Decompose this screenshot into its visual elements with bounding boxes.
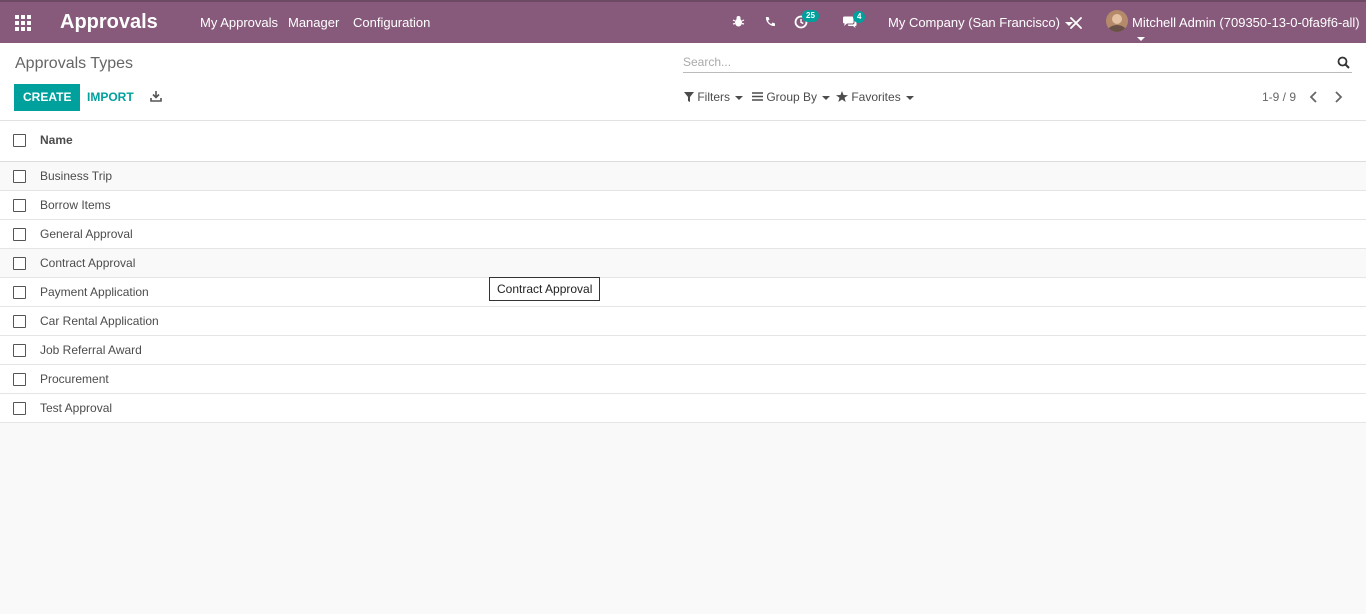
groupby-dropdown[interactable]: Group By: [752, 90, 831, 104]
download-icon[interactable]: [150, 90, 162, 105]
row-name: Payment Application: [40, 285, 149, 299]
page-title: Approvals Types: [15, 55, 133, 72]
menu-manager[interactable]: Manager: [288, 15, 339, 30]
import-button[interactable]: IMPORT: [87, 90, 134, 104]
phone-icon[interactable]: [764, 16, 776, 31]
app-title: Approvals: [60, 11, 158, 33]
row-checkbox[interactable]: [13, 170, 26, 183]
table-row[interactable]: General Approval: [0, 220, 1366, 249]
hover-tooltip: Contract Approval: [489, 277, 601, 301]
table-row[interactable]: Test Approval: [0, 394, 1366, 423]
user-menu[interactable]: Mitchell Admin (709350-13-0-0fa9f6-all): [1132, 15, 1366, 45]
row-checkbox[interactable]: [13, 199, 26, 212]
row-name: Business Trip: [40, 169, 113, 183]
star-icon: [836, 91, 848, 102]
favorites-dropdown[interactable]: Favorites: [836, 90, 914, 104]
search-input[interactable]: [683, 52, 1323, 72]
avatar[interactable]: [1106, 10, 1128, 32]
chevron-down-icon: [905, 95, 914, 100]
row-checkbox[interactable]: [13, 402, 26, 415]
row-checkbox[interactable]: [13, 315, 26, 328]
select-all-checkbox[interactable]: [13, 134, 26, 147]
row-name: Job Referral Award: [40, 343, 142, 357]
list-header: Name: [0, 121, 1366, 162]
message-count-badge: 4: [853, 11, 866, 23]
row-name: Test Approval: [40, 401, 113, 415]
company-switcher[interactable]: My Company (San Francisco): [888, 15, 1073, 30]
chevron-right-icon[interactable]: [1334, 91, 1343, 106]
chevron-down-icon: [822, 95, 831, 100]
create-button[interactable]: CREATE: [14, 84, 81, 111]
chevron-left-icon[interactable]: [1309, 91, 1318, 106]
row-name: Contract Approval: [40, 256, 136, 270]
company-name: My Company (San Francisco): [888, 15, 1060, 30]
row-checkbox[interactable]: [13, 228, 26, 241]
filters-dropdown[interactable]: Filters: [684, 90, 744, 104]
control-panel: Approvals Types CREATE IMPORT Filters Gr…: [0, 43, 1366, 121]
table-row[interactable]: Borrow Items: [0, 191, 1366, 220]
top-navbar: Approvals My Approvals Manager Configura…: [0, 0, 1366, 43]
row-name: General Approval: [40, 227, 133, 241]
tools-icon[interactable]: [1070, 17, 1082, 32]
row-checkbox[interactable]: [13, 257, 26, 270]
column-header-name[interactable]: Name: [40, 133, 73, 147]
approval-types-list: Name Business Trip Borrow Items General …: [0, 121, 1366, 423]
table-row[interactable]: Business Trip: [0, 162, 1366, 191]
chevron-down-icon: [1137, 36, 1145, 41]
chevron-down-icon: [735, 95, 744, 100]
activity-clock-icon[interactable]: 25: [794, 10, 819, 32]
filter-funnel-icon: [684, 92, 694, 102]
table-row[interactable]: Payment Application: [0, 278, 1366, 307]
filters-label: Filters: [697, 90, 731, 104]
activity-count-badge: 25: [802, 10, 819, 22]
table-row[interactable]: Car Rental Application: [0, 307, 1366, 336]
row-checkbox[interactable]: [13, 344, 26, 357]
menu-configuration[interactable]: Configuration: [353, 15, 430, 30]
messages-chat-icon[interactable]: 4: [842, 11, 866, 32]
list-bars-icon: [752, 92, 763, 101]
row-name: Car Rental Application: [40, 314, 159, 328]
row-checkbox[interactable]: [13, 286, 26, 299]
row-name: Procurement: [40, 372, 109, 386]
table-row[interactable]: Contract Approval: [0, 249, 1366, 278]
menu-my-approvals[interactable]: My Approvals: [200, 15, 278, 30]
row-checkbox[interactable]: [13, 373, 26, 386]
search-icon[interactable]: [1337, 56, 1350, 72]
groupby-label: Group By: [766, 90, 818, 104]
table-row[interactable]: Procurement: [0, 365, 1366, 394]
row-name: Borrow Items: [40, 198, 111, 212]
favorites-label: Favorites: [851, 90, 901, 104]
table-row[interactable]: Job Referral Award: [0, 336, 1366, 365]
debug-bug-icon[interactable]: [732, 15, 745, 31]
app-menu-icon[interactable]: [12, 12, 34, 34]
search-bar: [683, 52, 1352, 73]
user-name: Mitchell Admin (709350-13-0-0fa9f6-all): [1132, 15, 1360, 30]
pager-value[interactable]: 1-9 / 9: [1262, 90, 1296, 104]
